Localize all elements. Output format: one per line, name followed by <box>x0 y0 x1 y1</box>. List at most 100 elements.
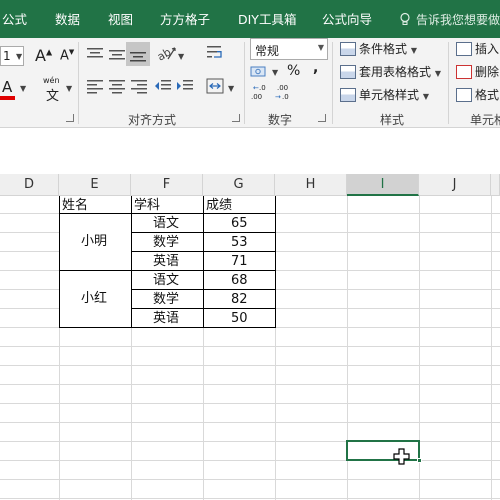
font-size-box[interactable]: 1 ▼ <box>0 46 24 66</box>
score-cell[interactable]: 71 <box>231 252 248 271</box>
currency-format-icon[interactable] <box>250 64 270 80</box>
subject-cell[interactable]: 数学 <box>153 233 179 252</box>
wrap-text-icon[interactable] <box>206 44 224 62</box>
tab-formula-wizard[interactable]: 公式向导 <box>322 12 372 28</box>
phonetic-pinyin: wén <box>43 76 60 85</box>
shrink-font-button[interactable]: A▼ <box>60 48 74 63</box>
delete-cells-icon <box>456 65 472 79</box>
group-label-style: 样式 <box>380 113 405 127</box>
chevron-down-icon[interactable]: ▼ <box>178 52 184 61</box>
align-top-icon[interactable] <box>86 46 104 62</box>
column-header-j[interactable]: J <box>419 174 491 196</box>
column-header-g[interactable]: G <box>203 174 275 196</box>
insert-cells-label: 插入 <box>475 42 500 56</box>
merged-name-cell[interactable]: 小红 <box>81 289 107 308</box>
cell-styles-button[interactable]: 单元格样式 ▼ <box>340 86 429 106</box>
decrease-indent-icon[interactable] <box>154 78 172 94</box>
font-color-bar <box>0 96 15 100</box>
number-format-value: 常规 <box>255 44 280 58</box>
align-middle-icon[interactable] <box>108 46 126 62</box>
format-cells-label: 格式 <box>475 88 500 102</box>
arrow-right-icon: → <box>275 93 281 101</box>
lightbulb-icon <box>400 12 410 25</box>
subject-cell[interactable]: 英语 <box>153 252 179 271</box>
font-dialog-launcher-icon[interactable] <box>66 114 74 122</box>
column-header-d[interactable]: D <box>0 174 59 196</box>
chevron-down-icon[interactable]: ▼ <box>228 84 234 93</box>
formula-bar-area <box>0 128 500 174</box>
merge-center-icon[interactable] <box>206 77 224 95</box>
table-border <box>59 270 276 271</box>
column-header-i[interactable]: I <box>347 174 419 196</box>
tab-formulas[interactable]: 公式 <box>2 12 27 28</box>
number-dialog-launcher-icon[interactable] <box>318 114 326 122</box>
comma-style-button[interactable]: , <box>313 60 318 76</box>
align-center-icon[interactable] <box>108 78 126 94</box>
group-label-align: 对齐方式 <box>128 113 177 127</box>
chevron-down-icon[interactable]: ▼ <box>272 68 278 77</box>
arrow-left-icon: ← <box>253 84 259 92</box>
delete-cells-button[interactable]: 删除 <box>456 63 499 83</box>
subject-cell[interactable]: 语文 <box>153 214 179 233</box>
column-header-h[interactable]: H <box>275 174 347 196</box>
decrease-decimal-bottom: .0 <box>282 93 289 101</box>
subject-cell[interactable]: 语文 <box>153 271 179 290</box>
align-bottom-button[interactable] <box>126 42 150 66</box>
score-cell[interactable]: 68 <box>231 271 248 290</box>
delete-cells-label: 删除 <box>475 65 500 79</box>
format-as-table-button[interactable]: 套用表格格式 ▼ <box>340 63 441 83</box>
score-cell[interactable]: 53 <box>231 233 248 252</box>
subject-cell[interactable]: 数学 <box>153 290 179 309</box>
increase-decimal-button[interactable]: ← .0 .00 <box>250 84 270 104</box>
column-header-f[interactable]: F <box>131 174 203 196</box>
tab-fangfang-gezi[interactable]: 方方格子 <box>160 12 210 28</box>
table-border <box>131 251 276 252</box>
font-color-button[interactable]: A <box>2 78 12 96</box>
score-cell[interactable]: 50 <box>231 309 248 328</box>
format-cells-icon <box>456 88 472 102</box>
tell-me-box[interactable]: 告诉我您想要做 <box>398 12 500 28</box>
increase-indent-icon[interactable] <box>176 78 194 94</box>
grow-font-button[interactable]: A▲ <box>35 46 52 65</box>
ribbon: 1 ▼ A▲ A▼ A ▼ wén 文 ▼ ab ▼ ▼ 对齐方式 常规 ▼ ▼… <box>0 38 500 128</box>
number-format-select[interactable]: 常规 ▼ <box>250 38 328 60</box>
align-right-icon[interactable] <box>130 78 148 94</box>
column-header-k[interactable] <box>491 174 500 196</box>
conditional-formatting-icon <box>340 42 356 56</box>
phonetic-guide-button[interactable]: wén 文 <box>42 76 66 104</box>
align-dialog-launcher-icon[interactable] <box>232 114 240 122</box>
chevron-down-icon[interactable]: ▼ <box>20 84 26 93</box>
score-cell[interactable]: 65 <box>231 214 248 233</box>
conditional-formatting-label: 条件格式 <box>359 42 408 56</box>
tab-diy-toolbox[interactable]: DIY工具箱 <box>238 12 296 28</box>
decrease-decimal-button[interactable]: .00 → .0 <box>274 84 294 104</box>
table-border <box>131 308 276 309</box>
group-separator <box>332 42 333 124</box>
increase-decimal-bottom: .00 <box>251 93 263 101</box>
group-separator <box>244 42 245 124</box>
insert-cells-button[interactable]: 插入 <box>456 40 499 60</box>
percent-style-button[interactable]: % <box>287 63 300 79</box>
conditional-formatting-button[interactable]: 条件格式 ▼ <box>340 40 417 60</box>
insert-cells-icon <box>456 42 472 56</box>
tab-view[interactable]: 视图 <box>108 12 133 28</box>
score-cell[interactable]: 82 <box>231 290 248 309</box>
chevron-down-icon: ▼ <box>422 92 429 101</box>
fill-handle[interactable] <box>417 458 422 463</box>
align-left-icon[interactable] <box>86 78 104 94</box>
format-as-table-icon <box>340 65 356 79</box>
font-color-icon: A <box>2 78 13 96</box>
column-header-e[interactable]: E <box>59 174 131 196</box>
subject-cell[interactable]: 英语 <box>153 309 179 328</box>
tab-data[interactable]: 数据 <box>55 12 80 28</box>
format-cells-button[interactable]: 格式 <box>456 86 499 106</box>
chevron-down-icon: ▼ <box>410 46 417 55</box>
tell-me-text: 告诉我您想要做 <box>416 13 500 27</box>
table-border <box>59 327 276 328</box>
table-border <box>59 196 60 328</box>
text-orientation-icon[interactable]: ab <box>156 44 178 62</box>
align-bottom-icon <box>130 52 146 62</box>
group-separator <box>448 42 449 124</box>
merged-name-cell[interactable]: 小明 <box>81 232 107 251</box>
chevron-down-icon[interactable]: ▼ <box>66 84 72 93</box>
